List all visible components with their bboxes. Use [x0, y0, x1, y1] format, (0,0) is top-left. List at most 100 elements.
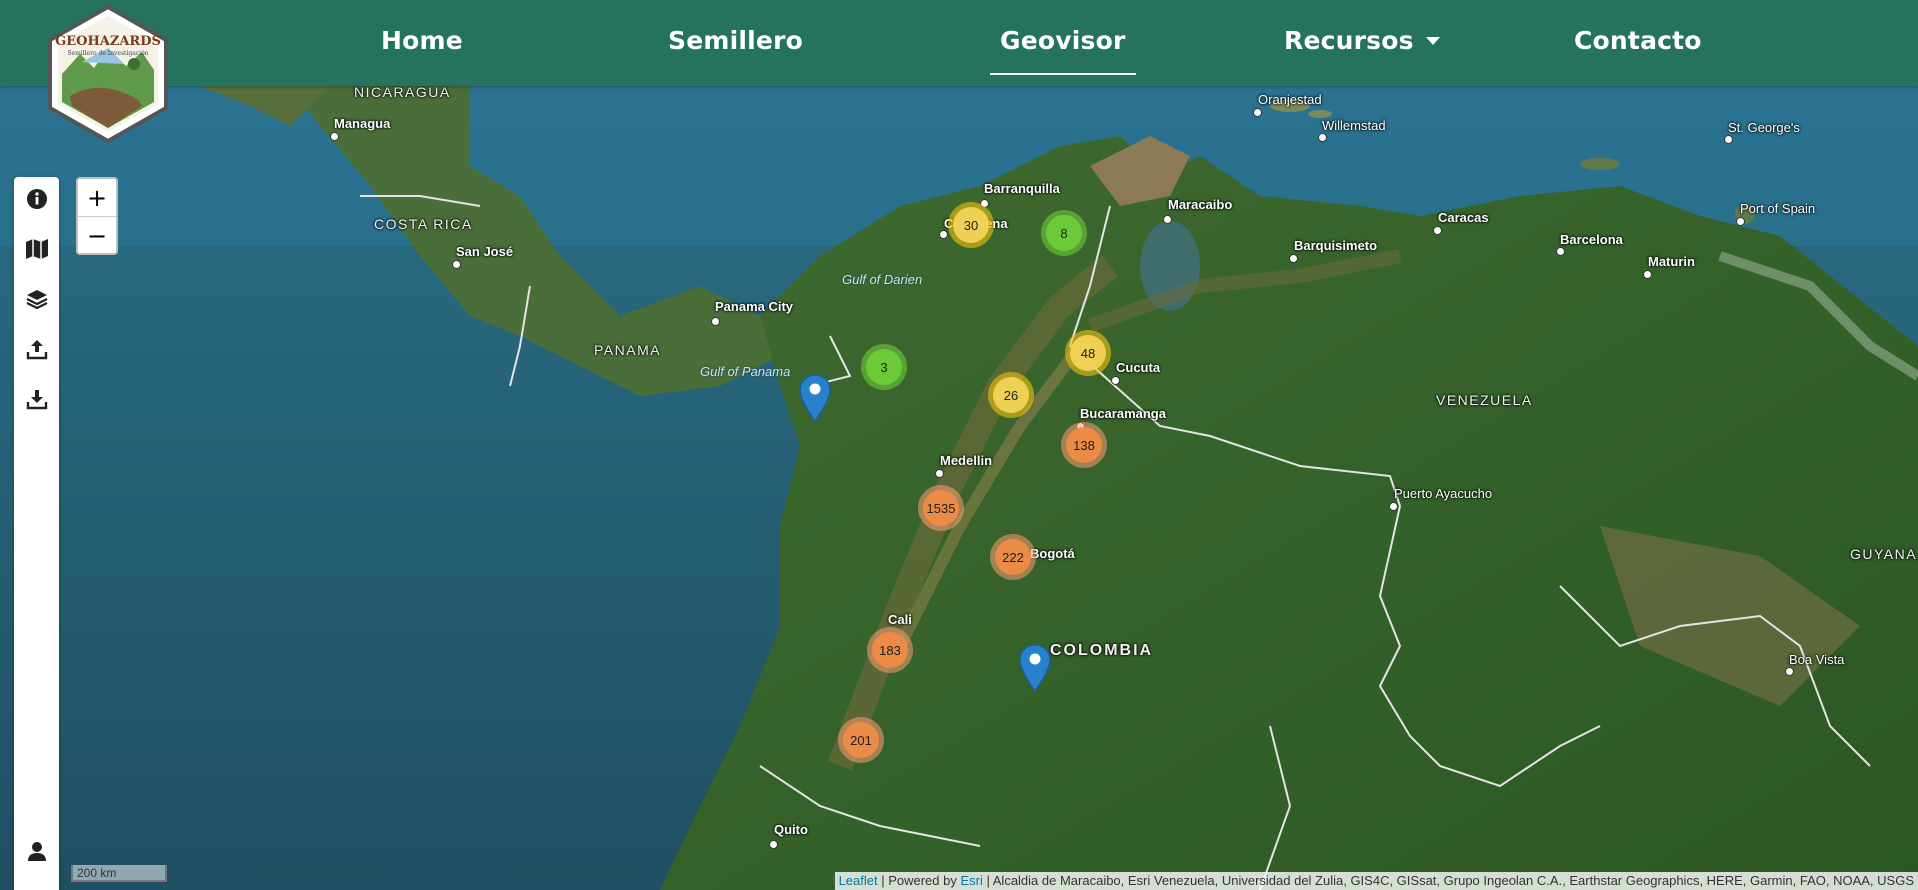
label-willemstad: Willemstad	[1322, 118, 1386, 133]
layers-icon	[26, 290, 47, 310]
layers-button[interactable]	[14, 279, 59, 319]
nav-home[interactable]: Home	[381, 26, 463, 55]
marker-cluster[interactable]: 26	[988, 372, 1034, 418]
label-port-of-spain: Port of Spain	[1740, 201, 1816, 216]
city-dot	[1253, 108, 1262, 117]
nav-recursos-dropdown[interactable]: Recursos	[1284, 26, 1440, 55]
label-cucuta: Cucuta	[1116, 360, 1161, 375]
label-medellin: Medellin	[940, 453, 993, 468]
label-guyana: GUYANA	[1850, 546, 1918, 562]
label-maturin: Maturin	[1648, 254, 1695, 269]
marker-cluster[interactable]: 48	[1065, 330, 1111, 376]
navbar: Home Semillero Geovisor Recursos Contact…	[0, 0, 1918, 86]
marker-cluster[interactable]: 8	[1041, 210, 1087, 256]
marker-cluster[interactable]: 138	[1061, 422, 1107, 468]
nav-contacto[interactable]: Contacto	[1574, 26, 1702, 55]
map-pin-marker[interactable]	[1019, 644, 1051, 693]
esri-link[interactable]: Esri	[960, 873, 982, 888]
upload-icon	[26, 340, 47, 360]
city-dot	[1111, 376, 1120, 385]
label-colombia: COLOMBIA	[1050, 642, 1154, 659]
marker-cluster[interactable]: 201	[838, 717, 884, 763]
city-dot	[452, 260, 461, 269]
zoom-out-button[interactable]: −	[78, 217, 116, 254]
label-maracaibo: Maracaibo	[1168, 197, 1233, 212]
cluster-count: 30	[953, 207, 989, 243]
user-button[interactable]	[14, 831, 59, 871]
label-puerto-ayacucho: Puerto Ayacucho	[1394, 486, 1493, 501]
cluster-count: 26	[993, 377, 1029, 413]
city-dot	[1785, 667, 1794, 676]
city-dot	[769, 840, 778, 849]
city-dot	[1433, 226, 1442, 235]
upload-button[interactable]	[14, 329, 59, 369]
label-gulf-of-panama: Gulf of Panama	[700, 364, 791, 379]
label-venezuela: VENEZUELA	[1436, 392, 1533, 408]
cluster-count: 183	[872, 632, 908, 668]
marker-cluster[interactable]: 1535	[918, 485, 964, 531]
basemap-button[interactable]	[14, 229, 59, 269]
cluster-count: 138	[1066, 427, 1102, 463]
marker-cluster[interactable]: 183	[867, 627, 913, 673]
caret-down-icon	[1425, 36, 1440, 45]
city-dot	[1724, 135, 1733, 144]
label-bucaramanga: Bucaramanga	[1080, 406, 1166, 421]
label-gulf-of-darien: Gulf of Darien	[842, 272, 923, 287]
label-barranquilla: Barranquilla	[984, 181, 1060, 196]
city-dot	[711, 317, 720, 326]
label-panama-city: Panama City	[715, 299, 794, 314]
cluster-count: 48	[1070, 335, 1106, 371]
city-dot	[1556, 247, 1565, 256]
zoom-in-button[interactable]: +	[78, 179, 116, 217]
city-dot	[1163, 215, 1172, 224]
nav-geovisor[interactable]: Geovisor	[990, 26, 1135, 75]
label-nicaragua: NICARAGUA	[354, 86, 451, 100]
map-icon	[25, 239, 48, 259]
city-dot	[330, 132, 339, 141]
city-dot	[1318, 133, 1327, 142]
label-managua: Managua	[334, 116, 391, 131]
info-button[interactable]	[14, 179, 59, 219]
map-attribution: Leaflet | Powered by Esri | Alcaldia de …	[834, 872, 1918, 890]
cluster-count: 1535	[923, 490, 959, 526]
info-icon	[26, 189, 47, 209]
download-button[interactable]	[14, 379, 59, 419]
cluster-count: 222	[995, 539, 1031, 575]
city-dot	[1643, 270, 1652, 279]
label-st-georges: St. George's	[1728, 120, 1800, 135]
city-dot	[1289, 254, 1298, 263]
leaflet-link[interactable]: Leaflet	[839, 873, 878, 888]
city-dot	[1736, 217, 1745, 226]
label-costa-rica: COSTA RICA	[374, 216, 473, 232]
attribution-text: | Alcaldia de Maracaibo, Esri Venezuela,…	[982, 873, 1914, 888]
map-pin-marker[interactable]	[799, 374, 831, 423]
attribution-powered: | Powered by	[877, 873, 961, 888]
user-icon	[27, 842, 46, 861]
logo-subtitle: Semillero de Investigación	[67, 50, 149, 57]
scale-bar: 200 km	[71, 865, 167, 882]
geohazards-logo[interactable]: GEOHAZARDS Semillero de Investigación	[42, 4, 174, 144]
zoom-control: + −	[76, 177, 118, 255]
label-oranjestad: Oranjestad	[1258, 92, 1322, 107]
map-sidebar	[14, 177, 59, 890]
label-boa-vista: Boa Vista	[1789, 652, 1845, 667]
cluster-count: 201	[843, 722, 879, 758]
label-panama: PANAMA	[594, 342, 662, 358]
label-quito: Quito	[774, 822, 808, 837]
cluster-count: 3	[866, 349, 902, 385]
marker-cluster[interactable]: 3	[861, 344, 907, 390]
nav-recursos-label: Recursos	[1284, 26, 1414, 55]
nav-semillero[interactable]: Semillero	[668, 26, 803, 55]
label-barcelona: Barcelona	[1560, 232, 1623, 247]
label-caracas: Caracas	[1438, 210, 1489, 225]
label-barquisimeto: Barquisimeto	[1294, 238, 1378, 253]
label-san-jose: San José	[456, 244, 514, 259]
download-icon	[26, 390, 47, 410]
city-dot	[939, 230, 948, 239]
label-cali: Cali	[888, 612, 912, 627]
marker-cluster[interactable]: 30	[948, 202, 994, 248]
city-dot	[1389, 502, 1398, 511]
marker-cluster[interactable]: 222	[990, 534, 1036, 580]
map-view[interactable]: NICARAGUA Managua COSTA RICA San José PA…	[0, 86, 1918, 890]
cluster-count: 8	[1046, 215, 1082, 251]
